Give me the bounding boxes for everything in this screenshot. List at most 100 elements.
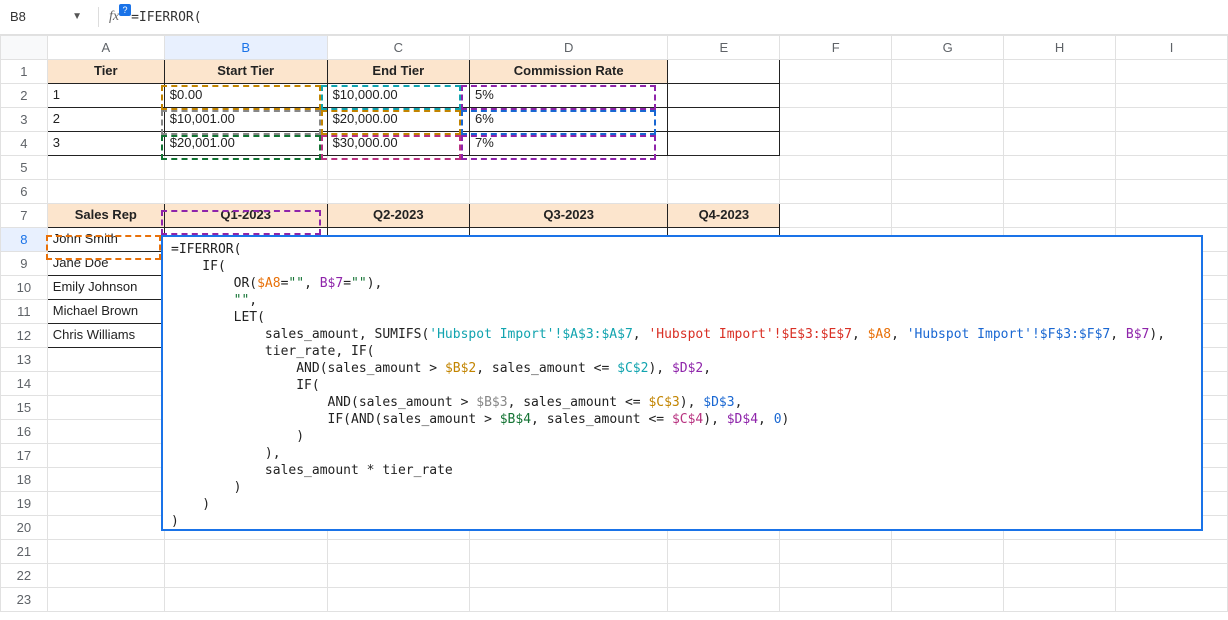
row-header-11[interactable]: 11 <box>1 300 48 324</box>
formula-bar-input[interactable]: =IFERROR( <box>127 10 1228 25</box>
cell-F7[interactable] <box>780 204 892 228</box>
cell-H7[interactable] <box>1004 204 1116 228</box>
cell-C21[interactable] <box>327 540 469 564</box>
cell-D5[interactable] <box>470 156 668 180</box>
cell-G23[interactable] <box>892 588 1004 612</box>
cell-A11[interactable]: Michael Brown <box>47 300 164 324</box>
cell-G7[interactable] <box>892 204 1004 228</box>
cell-H22[interactable] <box>1004 564 1116 588</box>
cell-F5[interactable] <box>780 156 892 180</box>
cell-G4[interactable] <box>892 132 1004 156</box>
cell-A10[interactable]: Emily Johnson <box>47 276 164 300</box>
column-header-G[interactable]: G <box>892 36 1004 60</box>
row-header-17[interactable]: 17 <box>1 444 48 468</box>
cell-F22[interactable] <box>780 564 892 588</box>
cell-E6[interactable] <box>668 180 780 204</box>
cell-C5[interactable] <box>327 156 469 180</box>
row-header-7[interactable]: 7 <box>1 204 48 228</box>
cell-G6[interactable] <box>892 180 1004 204</box>
column-header-C[interactable]: C <box>327 36 469 60</box>
cell-I3[interactable] <box>1116 108 1228 132</box>
row-header-14[interactable]: 14 <box>1 372 48 396</box>
cell-A21[interactable] <box>47 540 164 564</box>
cell-A17[interactable] <box>47 444 164 468</box>
cell-A19[interactable] <box>47 492 164 516</box>
row-header-20[interactable]: 20 <box>1 516 48 540</box>
cell-B21[interactable] <box>164 540 327 564</box>
cell-A20[interactable] <box>47 516 164 540</box>
row-header-1[interactable]: 1 <box>1 60 48 84</box>
cell-I7[interactable] <box>1116 204 1228 228</box>
cell-B7[interactable]: Q1-2023 <box>164 204 327 228</box>
row-header-2[interactable]: 2 <box>1 84 48 108</box>
cell-C2[interactable]: $10,000.00 <box>327 84 469 108</box>
cell-D4[interactable]: 7% <box>470 132 668 156</box>
cell-G5[interactable] <box>892 156 1004 180</box>
row-header-16[interactable]: 16 <box>1 420 48 444</box>
cell-B5[interactable] <box>164 156 327 180</box>
cell-C23[interactable] <box>327 588 469 612</box>
cell-H23[interactable] <box>1004 588 1116 612</box>
cell-A18[interactable] <box>47 468 164 492</box>
cell-F4[interactable] <box>780 132 892 156</box>
cell-I1[interactable] <box>1116 60 1228 84</box>
cell-A15[interactable] <box>47 396 164 420</box>
cell-B1[interactable]: Start Tier <box>164 60 327 84</box>
column-header-E[interactable]: E <box>668 36 780 60</box>
cell-B6[interactable] <box>164 180 327 204</box>
cell-I4[interactable] <box>1116 132 1228 156</box>
cell-E4[interactable] <box>668 132 780 156</box>
row-header-9[interactable]: 9 <box>1 252 48 276</box>
cell-B2[interactable]: $0.00 <box>164 84 327 108</box>
cell-D6[interactable] <box>470 180 668 204</box>
select-all-corner[interactable] <box>1 36 48 60</box>
cell-H3[interactable] <box>1004 108 1116 132</box>
column-header-F[interactable]: F <box>780 36 892 60</box>
cell-I23[interactable] <box>1116 588 1228 612</box>
cell-I5[interactable] <box>1116 156 1228 180</box>
fx-icon[interactable]: fx ? <box>109 9 127 25</box>
row-header-8[interactable]: 8 <box>1 228 48 252</box>
cell-B4[interactable]: $20,001.00 <box>164 132 327 156</box>
row-header-19[interactable]: 19 <box>1 492 48 516</box>
cell-C22[interactable] <box>327 564 469 588</box>
cell-B22[interactable] <box>164 564 327 588</box>
row-header-4[interactable]: 4 <box>1 132 48 156</box>
cell-G21[interactable] <box>892 540 1004 564</box>
cell-H2[interactable] <box>1004 84 1116 108</box>
cell-E23[interactable] <box>668 588 780 612</box>
column-header-I[interactable]: I <box>1116 36 1228 60</box>
row-header-22[interactable]: 22 <box>1 564 48 588</box>
formula-edit-overlay[interactable]: =IFERROR( IF( OR($A8="", B$7=""), "", LE… <box>161 235 1203 531</box>
cell-A23[interactable] <box>47 588 164 612</box>
cell-C1[interactable]: End Tier <box>327 60 469 84</box>
cell-E21[interactable] <box>668 540 780 564</box>
cell-A5[interactable] <box>47 156 164 180</box>
cell-F1[interactable] <box>780 60 892 84</box>
cell-A22[interactable] <box>47 564 164 588</box>
cell-G1[interactable] <box>892 60 1004 84</box>
cell-D2[interactable]: 5% <box>470 84 668 108</box>
row-header-10[interactable]: 10 <box>1 276 48 300</box>
cell-I6[interactable] <box>1116 180 1228 204</box>
cell-I2[interactable] <box>1116 84 1228 108</box>
cell-G3[interactable] <box>892 108 1004 132</box>
cell-A16[interactable] <box>47 420 164 444</box>
column-header-H[interactable]: H <box>1004 36 1116 60</box>
cell-E1[interactable] <box>668 60 780 84</box>
cell-I21[interactable] <box>1116 540 1228 564</box>
cell-H5[interactable] <box>1004 156 1116 180</box>
cell-F2[interactable] <box>780 84 892 108</box>
row-header-15[interactable]: 15 <box>1 396 48 420</box>
cell-H4[interactable] <box>1004 132 1116 156</box>
cell-C3[interactable]: $20,000.00 <box>327 108 469 132</box>
cell-G2[interactable] <box>892 84 1004 108</box>
row-header-23[interactable]: 23 <box>1 588 48 612</box>
cell-C6[interactable] <box>327 180 469 204</box>
row-header-12[interactable]: 12 <box>1 324 48 348</box>
cell-A4[interactable]: 3 <box>47 132 164 156</box>
column-header-D[interactable]: D <box>470 36 668 60</box>
cell-F3[interactable] <box>780 108 892 132</box>
cell-E22[interactable] <box>668 564 780 588</box>
cell-E7[interactable]: Q4-2023 <box>668 204 780 228</box>
